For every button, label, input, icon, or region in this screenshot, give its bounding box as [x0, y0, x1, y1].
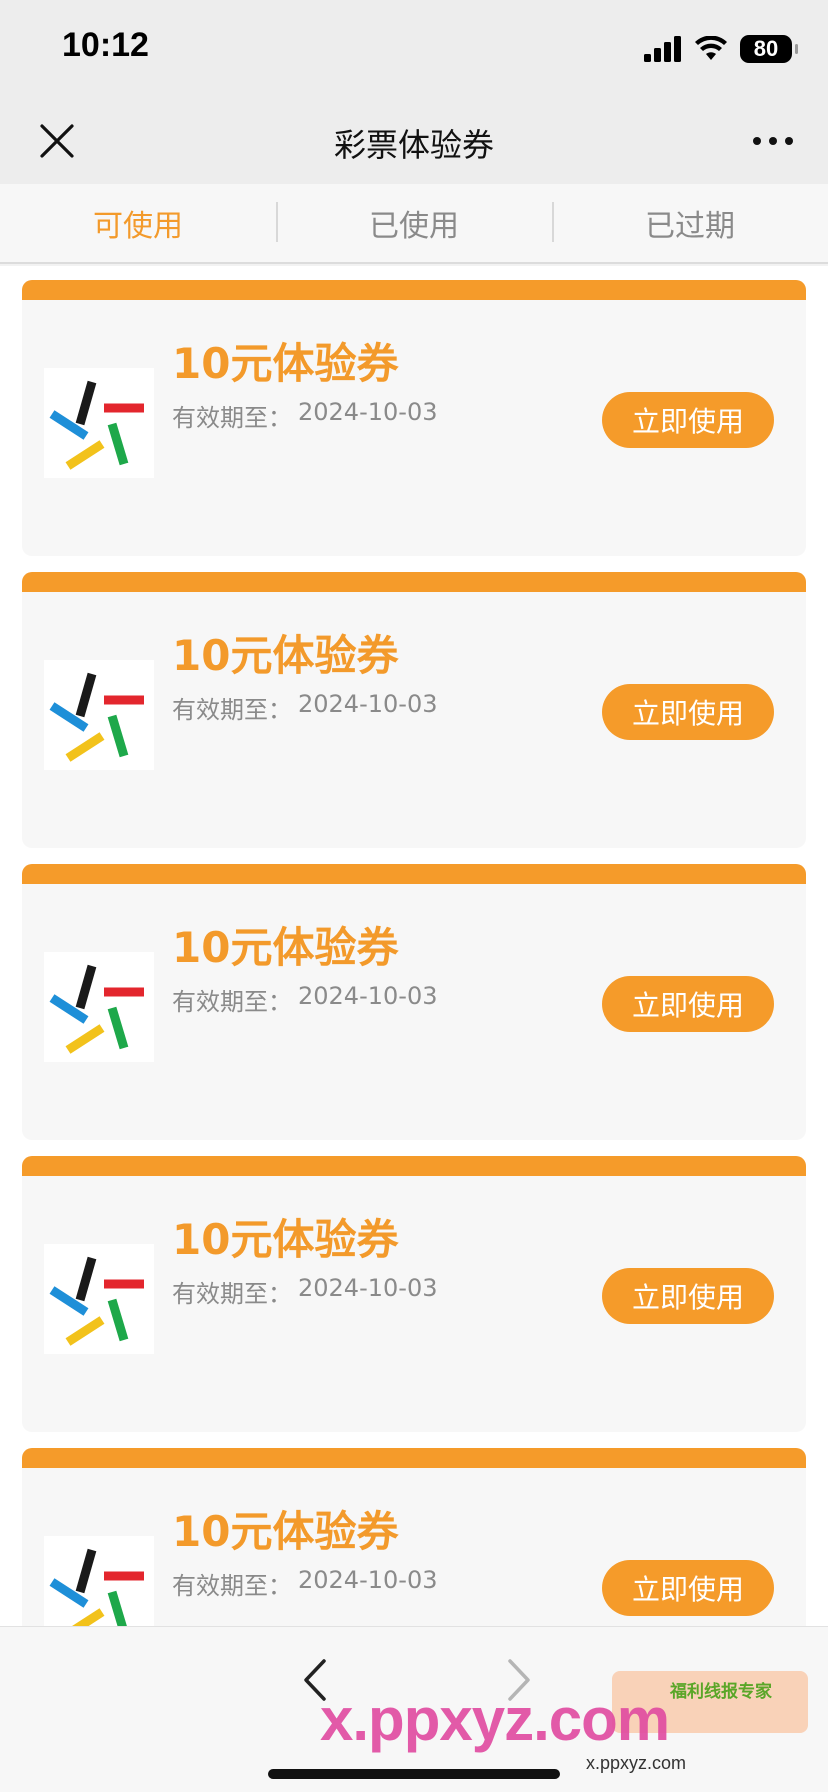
- tab-bar: 可使用 已使用 已过期: [0, 184, 828, 264]
- expiry-date: 2024-10-03: [298, 398, 438, 426]
- coupon-title: 10元体验券: [172, 339, 399, 388]
- tab-used[interactable]: 已使用: [276, 184, 552, 262]
- coupon-title: 10元体验券: [172, 631, 399, 680]
- coupon-expiry: 有效期至： 2024-10-03: [172, 1566, 437, 1601]
- page-title: 彩票体验券: [333, 126, 494, 164]
- coupon-list[interactable]: 10元体验券 有效期至： 2024-10-03 立即使用 10元体验券 有效期至…: [0, 266, 828, 1626]
- tab-expired[interactable]: 已过期: [552, 184, 828, 262]
- coupon-top-stripe: [22, 1448, 806, 1468]
- signal-icon: [644, 36, 681, 62]
- use-now-button[interactable]: 立即使用: [602, 1560, 774, 1616]
- battery-level: 80: [753, 36, 779, 61]
- coupon-top-stripe: [22, 572, 806, 592]
- status-time: 10:12: [62, 26, 149, 64]
- coupon-card: 10元体验券 有效期至： 2024-10-03 立即使用: [22, 280, 806, 556]
- coupon-expiry: 有效期至： 2024-10-03: [172, 398, 437, 433]
- nav-bar: 彩票体验券: [0, 98, 828, 184]
- tab-available[interactable]: 可使用: [0, 184, 276, 262]
- use-now-button[interactable]: 立即使用: [602, 976, 774, 1032]
- coupon-expiry: 有效期至： 2024-10-03: [172, 690, 437, 725]
- watermark-text: x.ppxyz.com: [320, 1686, 670, 1753]
- lottery-logo-icon: [44, 1244, 154, 1354]
- lottery-logo-icon: [44, 1536, 154, 1626]
- watermark-sub: x.ppxyz.com: [586, 1753, 687, 1773]
- expiry-label: 有效期至：: [172, 1280, 292, 1308]
- use-now-button[interactable]: 立即使用: [602, 392, 774, 448]
- more-icon[interactable]: [752, 134, 794, 148]
- coupon-title: 10元体验券: [172, 1215, 399, 1264]
- coupon-top-stripe: [22, 280, 806, 300]
- coupon-title: 10元体验券: [172, 1507, 399, 1556]
- lottery-logo-icon: [44, 368, 154, 478]
- battery-icon: 80: [740, 35, 798, 63]
- coupon-expiry: 有效期至： 2024-10-03: [172, 1274, 437, 1309]
- use-now-button[interactable]: 立即使用: [602, 1268, 774, 1324]
- coupon-title: 10元体验券: [172, 923, 399, 972]
- coupon-card: 10元体验券 有效期至： 2024-10-03 立即使用: [22, 1156, 806, 1432]
- expiry-label: 有效期至：: [172, 1572, 292, 1600]
- lottery-logo-icon: [44, 660, 154, 770]
- expiry-date: 2024-10-03: [298, 690, 438, 718]
- home-indicator[interactable]: [268, 1769, 560, 1779]
- expiry-label: 有效期至：: [172, 988, 292, 1016]
- browser-toolbar: 福利线报专家 x.ppxyz.com x.ppxyz.com: [0, 1626, 828, 1792]
- coupon-card: 10元体验券 有效期至： 2024-10-03 立即使用: [22, 864, 806, 1140]
- coupon-top-stripe: [22, 1156, 806, 1176]
- coupon-top-stripe: [22, 864, 806, 884]
- use-now-button[interactable]: 立即使用: [602, 684, 774, 740]
- status-icons: 80: [644, 32, 798, 66]
- expiry-label: 有效期至：: [172, 404, 292, 432]
- wifi-icon: [695, 36, 727, 60]
- status-bar: 10:12 80: [0, 0, 828, 98]
- lottery-logo-icon: [44, 952, 154, 1062]
- expiry-label: 有效期至：: [172, 696, 292, 724]
- expiry-date: 2024-10-03: [298, 1566, 438, 1594]
- expiry-date: 2024-10-03: [298, 1274, 438, 1302]
- coupon-card: 10元体验券 有效期至： 2024-10-03 立即使用: [22, 1448, 806, 1626]
- expiry-date: 2024-10-03: [298, 982, 438, 1010]
- watermark-badge-text: 福利线报专家: [670, 1682, 772, 1702]
- coupon-expiry: 有效期至： 2024-10-03: [172, 982, 437, 1017]
- coupon-card: 10元体验券 有效期至： 2024-10-03 立即使用: [22, 572, 806, 848]
